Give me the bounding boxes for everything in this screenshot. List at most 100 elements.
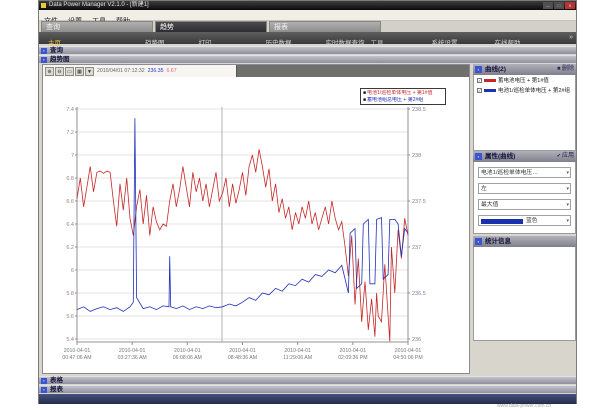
collapse-bar-report[interactable]: ▪ 报表	[39, 385, 576, 393]
curves-icon: ▪	[475, 66, 482, 73]
chart-panel: ⊕⊖▭▦▼ 2010/04/01 07:12:32 236.35 6.67 7.…	[42, 64, 470, 374]
collapse-bar-label: 表格	[50, 377, 63, 385]
pan-icon[interactable]: ▭	[65, 67, 74, 76]
curve-list-item[interactable]: ✓ 电池1/巡检单体电压 + 第2#组	[474, 85, 575, 95]
tab[interactable]: 查询	[41, 21, 153, 32]
x-tick-time: 04:50:06 PM	[393, 355, 422, 361]
properties-title: 属性(曲线)	[485, 151, 515, 162]
x-tick-date: 2010-04-01	[119, 348, 146, 354]
legend-label: 电池1/巡检单体电压 + 第1#值	[367, 90, 432, 96]
cursor-timestamp: 2010/04/01 07:12:32	[97, 68, 145, 74]
x-tick-date: 2010-04-01	[340, 348, 367, 354]
zoom-in-icon[interactable]: ⊕	[45, 67, 54, 76]
left-tick-label: 7.2	[66, 130, 74, 136]
property-dropdown[interactable]: 最大值 ▾	[478, 199, 571, 210]
statistics-title: 统计信息	[485, 236, 511, 247]
legend-bullet-icon: ■	[363, 97, 366, 103]
properties-icon: ▪	[475, 153, 482, 160]
property-value: 电池1/巡检单体电压…	[481, 168, 538, 178]
panel-expand-icon: ▪	[41, 57, 47, 63]
legend-bullet-icon: ■	[363, 90, 366, 96]
chevron-down-icon: ▾	[566, 216, 569, 226]
x-tick-time: 06:08:06 AM	[173, 355, 202, 361]
x-tick-date: 2010-04-01	[284, 348, 311, 354]
collapse-bar-table[interactable]: ▪ 表格	[39, 376, 576, 384]
statistics-icon: ▪	[475, 238, 482, 245]
collapse-bar-label: 趋势图	[50, 56, 70, 64]
left-tick-label: 5.8	[66, 291, 74, 297]
property-dropdown[interactable]: 蓝色 ▾	[478, 215, 571, 226]
legend-label: 蓄电池组总电压 + 第2#组	[367, 97, 423, 103]
right-tick-label: 236.5	[412, 291, 426, 297]
collapse-bar-label: 查询	[50, 47, 63, 55]
curves-list: ✓ 蓄电池电压 + 第1#值 ✓ 电池1/巡检单体电压 + 第2#组	[473, 75, 576, 151]
curves-title: 曲线(2)	[485, 64, 506, 75]
x-tick-time: 11:29:06 AM	[283, 355, 312, 361]
collapse-bar-trend[interactable]: ▪ 趋势图	[39, 55, 576, 63]
left-tick-label: 6.6	[66, 199, 74, 205]
title-bar: Data Power Manager V2.1.0 - [新建1] — □ ✕	[39, 1, 576, 10]
close-button[interactable]: ✕	[565, 2, 575, 9]
property-dropdown[interactable]: 电池1/巡检单体电压…▾	[478, 167, 571, 178]
properties-section-header[interactable]: ▪ 属性(曲线) ✔应用	[473, 151, 576, 162]
tab-strip: 查询趋势报表	[39, 21, 576, 32]
chart-legend: ■电池1/巡检单体电压 + 第1#值■蓄电池组总电压 + 第2#组	[360, 88, 446, 105]
chart-tabstrip: ⊕⊖▭▦▼ 2010/04/01 07:12:32 236.35 6.67	[43, 65, 469, 77]
left-tick-label: 5.4	[66, 337, 74, 343]
app-window: Data Power Manager V2.1.0 - [新建1] — □ ✕ …	[38, 0, 577, 404]
apply-button[interactable]: ✔应用	[557, 151, 574, 162]
chevron-down-icon: ▾	[566, 200, 569, 210]
tab[interactable]: 趋势	[155, 21, 267, 32]
select-region-icon[interactable]: ▦	[75, 67, 84, 76]
delete-icon: ✖	[557, 66, 561, 72]
left-tick-label: 6.2	[66, 245, 74, 251]
menu-bar: 文件设置工具帮助	[39, 10, 576, 21]
curve-checkbox[interactable]: ✓	[477, 88, 482, 93]
curve-color-swatch	[484, 89, 496, 92]
legend-entry: ■蓄电池组总电压 + 第2#组	[363, 97, 443, 104]
zoom-out-icon[interactable]: ⊖	[55, 67, 64, 76]
left-tick-label: 5.6	[66, 314, 74, 320]
watermark: www.data-power.com.cn	[497, 403, 551, 409]
series-line-blue	[77, 118, 408, 311]
right-panel: ▪ 曲线(2) ✖删除 ✓ 蓄电池电压 + 第1#值 ✓ 电池1/巡检单体电压 + 第…	[473, 64, 576, 374]
cursor-value-blue: 236.35	[148, 68, 164, 74]
collapse-bar-query[interactable]: ▪ 查询	[39, 46, 576, 54]
panel-expand-icon: ▪	[41, 378, 47, 384]
x-tick-time: 03:27:36 AM	[118, 355, 147, 361]
left-tick-label: 7	[71, 153, 74, 159]
curves-section-header[interactable]: ▪ 曲线(2) ✖删除	[473, 64, 576, 75]
chevron-down-icon: ▾	[566, 184, 569, 194]
chart-tool-icons: ⊕⊖▭▦▼	[45, 67, 94, 76]
tab[interactable]: 报表	[269, 21, 381, 32]
right-tick-label: 236	[412, 337, 421, 343]
delete-curve-button[interactable]: ✖删除	[557, 64, 574, 75]
curve-label: 蓄电池电压 + 第1#值	[498, 76, 549, 84]
right-tick-label: 237.5	[412, 199, 426, 205]
statistics-section-header[interactable]: ▪ 统计信息	[473, 236, 576, 247]
property-value: 左	[481, 184, 487, 194]
curve-label: 电池1/巡检单体电压 + 第2#组	[498, 86, 570, 94]
save-icon[interactable]: ▼	[85, 67, 94, 76]
chart-toolbar: ⊕⊖▭▦▼ 2010/04/01 07:12:32 236.35 6.67	[43, 65, 237, 77]
page: Data Power Manager V2.1.0 - [新建1] — □ ✕ …	[0, 0, 615, 410]
statistics-body	[473, 247, 576, 341]
property-dropdown[interactable]: 左▾	[478, 183, 571, 194]
trend-chart[interactable]: 7.47.276.86.66.46.265.85.65.4238.5238237…	[43, 77, 471, 375]
x-tick-date: 2010-04-01	[395, 348, 422, 354]
minimize-button[interactable]: —	[543, 2, 553, 9]
toolbar-overflow-icon[interactable]: »	[569, 32, 573, 44]
x-tick-time: 08:48:36 AM	[228, 355, 257, 361]
properties-form: 电池1/巡检单体电压…▾左▾最大值▾蓝色▾	[473, 162, 576, 234]
curve-list-item[interactable]: ✓ 蓄电池电压 + 第1#值	[474, 75, 575, 85]
collapse-bar-label: 报表	[50, 386, 63, 394]
curve-checkbox[interactable]: ✓	[477, 78, 482, 83]
curve-color-swatch	[484, 79, 496, 82]
right-tick-label: 238	[412, 153, 421, 159]
property-value: 最大值	[481, 200, 498, 210]
right-tick-label: 237	[412, 245, 421, 251]
maximize-button[interactable]: □	[554, 2, 564, 9]
property-value: 蓝色	[526, 216, 538, 226]
left-tick-label: 6	[71, 268, 74, 274]
x-tick-time: 02:09:36 PM	[338, 355, 367, 361]
